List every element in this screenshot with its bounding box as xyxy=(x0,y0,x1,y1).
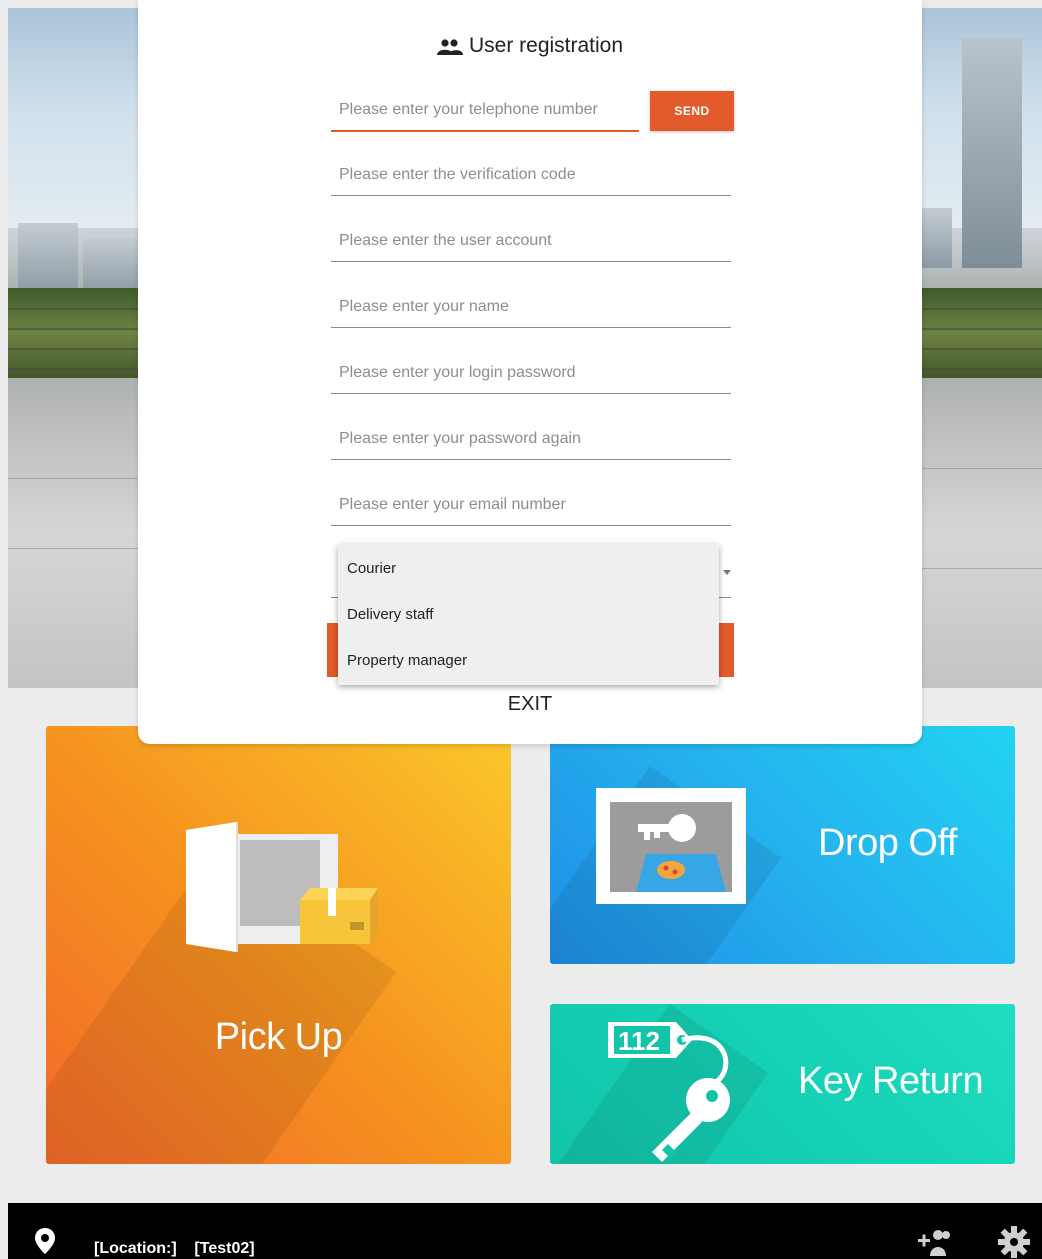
email-input[interactable] xyxy=(331,484,731,525)
password-again-field[interactable] xyxy=(331,418,731,460)
dialog-title-row: User registration xyxy=(138,34,922,58)
email-field[interactable] xyxy=(331,484,731,526)
key-tag-icon: 112 xyxy=(608,1022,730,1162)
key-tag-number: 112 xyxy=(618,1026,660,1056)
drop-off-tile[interactable]: Drop Off xyxy=(550,726,1015,964)
registration-dialog: User registration SEND Courier Delivery … xyxy=(138,0,922,744)
location-text: [Location:] [Test02] xyxy=(94,1240,255,1257)
people-icon xyxy=(436,39,463,55)
gear-icon[interactable] xyxy=(997,1225,1031,1259)
dialog-title: User registration xyxy=(468,34,624,57)
pick-up-tile[interactable]: Pick Up xyxy=(46,726,511,1164)
login-password-field[interactable] xyxy=(331,352,731,394)
verification-code-field[interactable] xyxy=(331,154,731,196)
phone-field[interactable] xyxy=(331,90,639,132)
verification-code-input[interactable] xyxy=(331,154,731,195)
user-account-input[interactable] xyxy=(331,220,731,261)
bottom-status-bar: [Location:] [Test02] xyxy=(8,1203,1042,1259)
key-parcel-icon xyxy=(596,788,746,904)
location-pin-icon xyxy=(35,1228,55,1254)
role-option-courier[interactable]: Courier xyxy=(338,546,719,592)
name-field[interactable] xyxy=(331,286,731,328)
login-password-input[interactable] xyxy=(331,352,731,393)
send-code-button[interactable]: SEND xyxy=(650,91,734,131)
password-again-input[interactable] xyxy=(331,418,731,459)
drop-off-label: Drop Off xyxy=(818,822,957,864)
name-input[interactable] xyxy=(331,286,731,327)
chevron-down-icon[interactable] xyxy=(723,570,731,575)
key-return-tile[interactable]: 112 Key Return xyxy=(550,1004,1015,1164)
key-return-label: Key Return xyxy=(798,1060,984,1102)
exit-button[interactable]: EXIT xyxy=(138,693,922,716)
role-option-delivery-staff[interactable]: Delivery staff xyxy=(338,592,719,638)
role-dropdown-menu: Courier Delivery staff Property manager xyxy=(338,544,719,685)
user-account-field[interactable] xyxy=(331,220,731,262)
role-option-property-manager[interactable]: Property manager xyxy=(338,638,719,684)
locker-package-icon xyxy=(186,822,378,952)
phone-input[interactable] xyxy=(331,90,639,130)
add-user-icon[interactable] xyxy=(918,1228,952,1256)
pick-up-label: Pick Up xyxy=(214,1016,343,1058)
